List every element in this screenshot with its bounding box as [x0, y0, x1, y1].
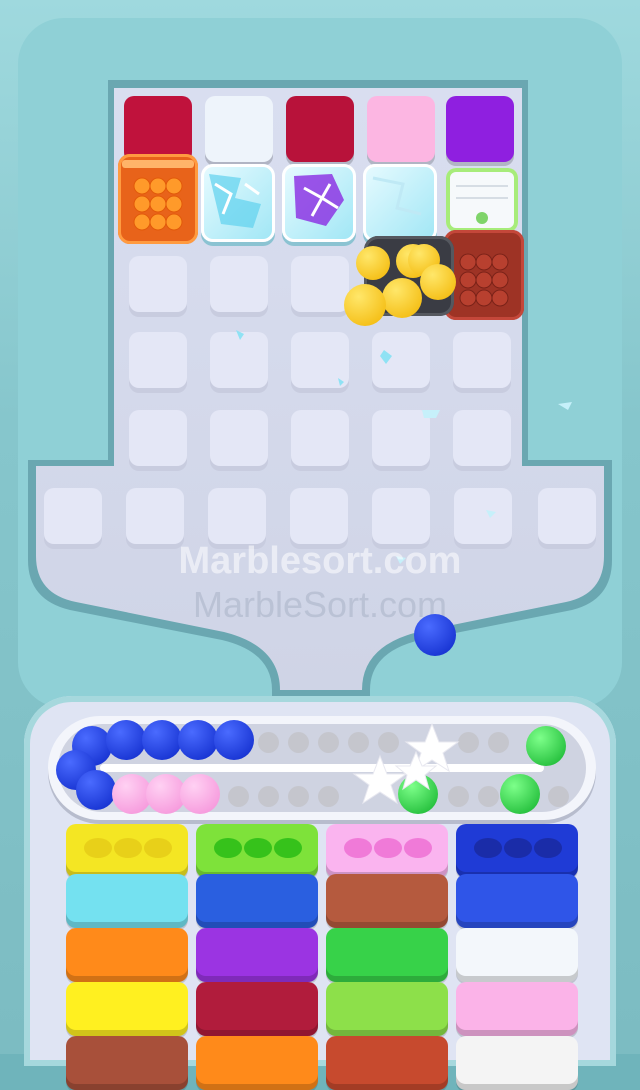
marble-slot [244, 838, 272, 858]
hole [318, 786, 339, 807]
marble-slot [144, 838, 172, 858]
sorting-box[interactable] [196, 928, 318, 982]
watermark: Marblesort.com [178, 540, 462, 582]
marble-blue [106, 720, 146, 760]
sorting-box[interactable] [326, 982, 448, 1036]
sorting-box[interactable] [196, 874, 318, 928]
hole [258, 732, 279, 753]
marble-slot [84, 838, 112, 858]
sorting-box[interactable] [196, 1036, 318, 1090]
marble-blue [178, 720, 218, 760]
sorting-box[interactable] [456, 928, 578, 982]
marble-slot [504, 838, 532, 858]
sorting-box[interactable] [456, 1036, 578, 1090]
hole [488, 732, 509, 753]
star-burst [352, 722, 460, 805]
sorting-box[interactable] [326, 928, 448, 982]
sorting-box[interactable] [326, 874, 448, 928]
hole [288, 786, 309, 807]
marble-slot [344, 838, 372, 858]
marble-blue [142, 720, 182, 760]
star-icon [352, 754, 408, 805]
sorting-box[interactable] [326, 1036, 448, 1090]
marble-slot [534, 838, 562, 858]
sorting-box[interactable] [456, 982, 578, 1036]
marble-green [500, 774, 540, 814]
marble-slot [274, 838, 302, 858]
marble-slot [404, 838, 432, 858]
marble-slot [214, 838, 242, 858]
marble-blue [214, 720, 254, 760]
marble-slot [114, 838, 142, 858]
sorting-box[interactable] [66, 1036, 188, 1090]
sorting-box[interactable] [456, 874, 578, 928]
hole [288, 732, 309, 753]
watermark-secondary: MarbleSort.com [192, 584, 448, 625]
hole [318, 732, 339, 753]
marble-blue [76, 770, 116, 810]
marble-slot [474, 838, 502, 858]
sorting-box[interactable] [66, 928, 188, 982]
marble-blue-falling [414, 614, 456, 656]
hole [478, 786, 499, 807]
hole [258, 786, 279, 807]
marble-slot [374, 838, 402, 858]
marble-pink [180, 774, 220, 814]
sorting-box[interactable] [66, 874, 188, 928]
hole [548, 786, 569, 807]
marble-green [526, 726, 566, 766]
hole [228, 786, 249, 807]
sorting-box[interactable] [196, 982, 318, 1036]
sorting-box[interactable] [66, 982, 188, 1036]
